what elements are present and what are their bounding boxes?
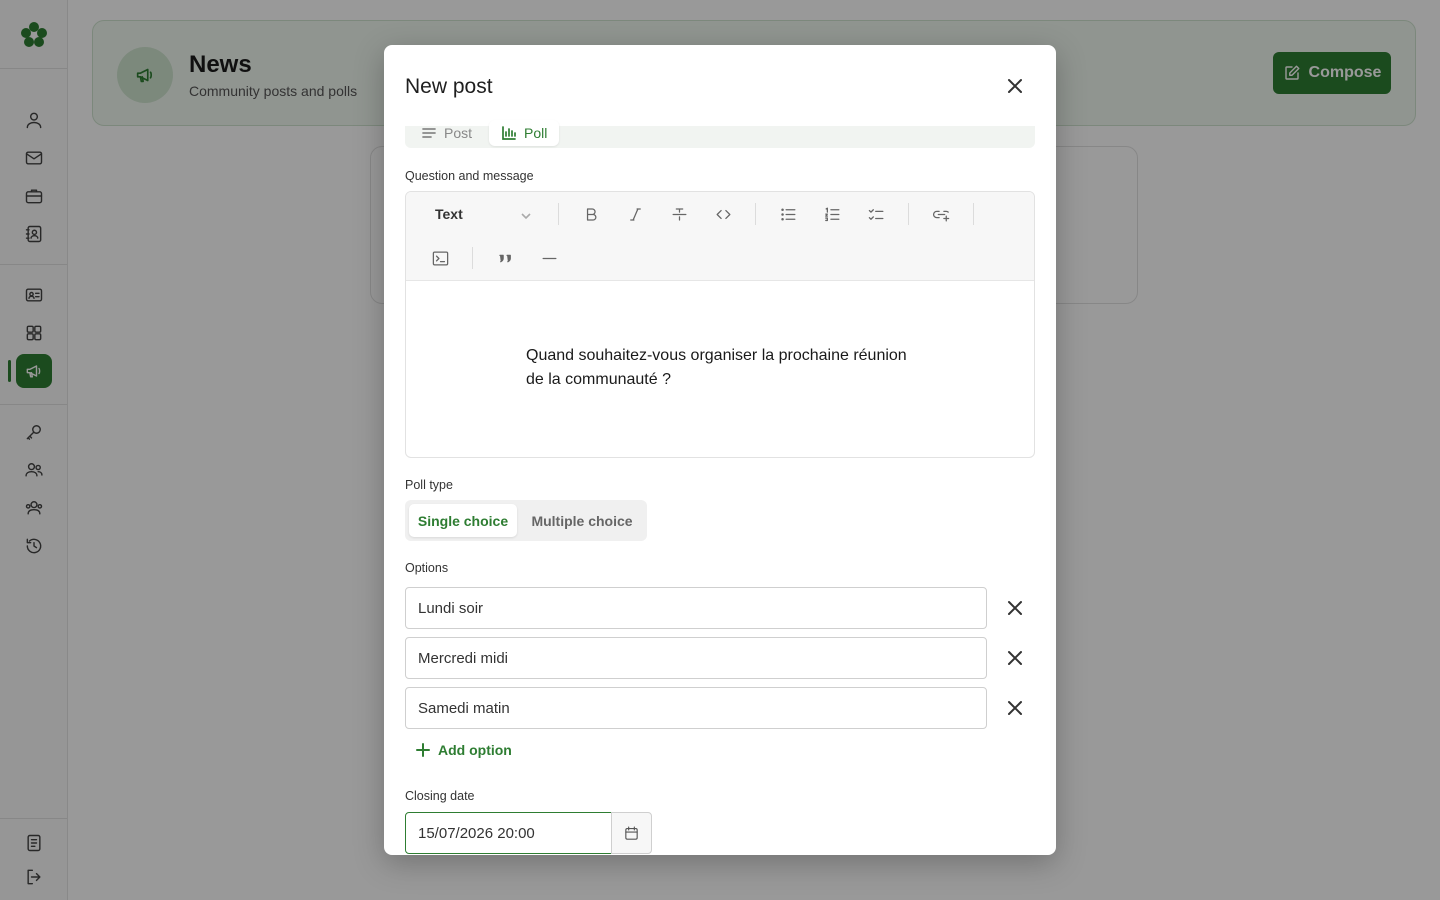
- calendar-button[interactable]: [611, 812, 652, 854]
- message-label: Question and message: [405, 169, 534, 183]
- new-post-dialog: New post Post Poll Question and message …: [384, 45, 1056, 855]
- editor-toolbar: Text: [406, 192, 1034, 281]
- bar-chart-icon: [502, 126, 516, 140]
- post-type-tabs: Post Poll: [405, 120, 1035, 148]
- quote-icon[interactable]: [493, 246, 517, 270]
- bullet-list-icon[interactable]: [776, 202, 800, 226]
- options-label: Options: [405, 561, 449, 575]
- add-option-button[interactable]: Add option: [416, 742, 512, 758]
- numbered-list-icon[interactable]: [820, 202, 844, 226]
- italic-icon[interactable]: [623, 202, 647, 226]
- closing-date-label: Closing date: [405, 789, 475, 803]
- checklist-icon[interactable]: [864, 202, 888, 226]
- code-icon[interactable]: [711, 202, 735, 226]
- chevron-down-icon[interactable]: [518, 208, 534, 224]
- link-icon[interactable]: [929, 202, 953, 226]
- poll-type-multiple[interactable]: Multiple choice: [521, 504, 643, 537]
- close-icon: [1008, 601, 1022, 615]
- remove-option-button[interactable]: [1002, 695, 1028, 721]
- toolbar-divider: [973, 203, 974, 225]
- tab-post[interactable]: Post: [409, 120, 484, 146]
- option-input-1[interactable]: [405, 587, 987, 629]
- lines-icon: [422, 128, 436, 138]
- block-type-select[interactable]: Text: [435, 206, 463, 222]
- toolbar-divider: [558, 203, 559, 225]
- code-block-icon[interactable]: [428, 246, 452, 270]
- poll-type-label: Poll type: [405, 478, 453, 492]
- poll-type-single[interactable]: Single choice: [409, 504, 517, 537]
- toolbar-divider: [908, 203, 909, 225]
- bold-icon[interactable]: [579, 202, 603, 226]
- close-icon: [1008, 651, 1022, 665]
- closing-date-input[interactable]: [405, 812, 612, 854]
- option-input-3[interactable]: [405, 687, 987, 729]
- remove-option-button[interactable]: [1002, 645, 1028, 671]
- calendar-icon: [625, 826, 638, 840]
- rich-text-editor: Text Quand souhaitez-vous organiser la p…: [405, 191, 1035, 458]
- close-button[interactable]: [1002, 73, 1028, 99]
- horizontal-rule-icon[interactable]: [537, 246, 561, 270]
- remove-option-button[interactable]: [1002, 595, 1028, 621]
- dialog-title: New post: [405, 75, 493, 98]
- editor-content[interactable]: Quand souhaitez-vous organiser la procha…: [526, 344, 926, 392]
- option-input-2[interactable]: [405, 637, 987, 679]
- toolbar-divider: [472, 247, 473, 269]
- close-icon: [1008, 701, 1022, 715]
- close-icon: [1008, 79, 1022, 93]
- plus-icon: [416, 743, 430, 757]
- toolbar-divider: [755, 203, 756, 225]
- strikethrough-icon[interactable]: [667, 202, 691, 226]
- poll-type-toggle: Single choice Multiple choice: [405, 500, 647, 541]
- tab-poll[interactable]: Poll: [489, 120, 560, 146]
